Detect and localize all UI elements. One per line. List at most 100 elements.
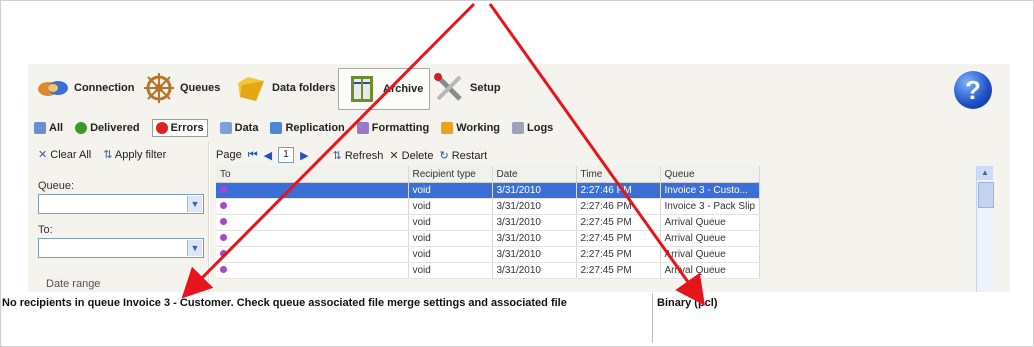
vertical-scrollbar[interactable]: ▲ <box>976 166 994 292</box>
error-message: No recipients in queue Invoice 3 - Custo… <box>2 297 567 309</box>
column-header[interactable]: Time <box>576 166 661 183</box>
restart-icon: ↻ <box>439 149 449 162</box>
table-cell-to <box>216 230 409 247</box>
table-cell-queue: Arrival Queue <box>660 246 761 263</box>
table-cell-type: void <box>408 230 493 247</box>
queue-select[interactable]: ▼ <box>38 194 204 214</box>
page-number-input[interactable]: 1 <box>278 147 295 163</box>
filter-panel: ✕ Clear All ⇅ Apply filter Queue: ▼ To: … <box>28 142 209 292</box>
restart-label: Restart <box>451 149 488 162</box>
table-row[interactable]: void 3/31/2010 2:27:45 PM Arrival Queue <box>216 246 761 263</box>
queues-label: Queues <box>180 82 221 94</box>
column-header[interactable]: Queue <box>660 166 761 183</box>
setup-button[interactable]: Setup <box>432 68 501 108</box>
data-folders-button[interactable]: Data folders <box>234 68 336 108</box>
tab-data-label: Data <box>234 122 259 134</box>
table-cell-to <box>216 262 409 279</box>
folder-icon <box>234 71 268 105</box>
recipient-icon <box>220 266 227 273</box>
table-cell-date: 3/31/2010 <box>492 214 577 231</box>
table-row[interactable]: void 3/31/2010 2:27:45 PM Arrival Queue <box>216 230 761 247</box>
tab-replication[interactable]: Replication <box>270 122 345 134</box>
table-cell-time: 2:27:46 PM <box>576 198 661 215</box>
handshake-icon <box>36 71 70 105</box>
table-cell-type: void <box>408 214 493 231</box>
tab-working[interactable]: Working <box>441 122 500 134</box>
table-row[interactable]: void 3/31/2010 2:27:45 PM Arrival Queue <box>216 214 761 231</box>
restart-button[interactable]: ↻ Restart <box>439 149 487 162</box>
apply-filter-label: Apply filter <box>114 149 167 161</box>
tab-logs-label: Logs <box>527 122 554 134</box>
date-range-label: Date range <box>46 278 101 290</box>
prev-page-icon[interactable]: ◀ <box>264 149 272 162</box>
error-icon <box>155 122 168 134</box>
table-cell-type: void <box>408 262 493 279</box>
tab-working-label: Working <box>456 122 501 134</box>
table-cell-queue: Arrival Queue <box>660 214 761 231</box>
table-row[interactable]: void 3/31/2010 2:27:46 PM Invoice 3 - Pack … <box>216 198 761 215</box>
first-page-icon[interactable]: ⏮ <box>248 149 258 162</box>
table-cell-type: void <box>408 198 493 215</box>
clear-all-button[interactable]: ✕ Clear All <box>38 148 91 161</box>
scroll-up-icon[interactable]: ▲ <box>977 166 993 180</box>
refresh-button[interactable]: ⇅ Refresh <box>333 149 384 162</box>
recipient-icon <box>220 250 227 257</box>
delete-button[interactable]: ✕ Delete <box>389 149 433 162</box>
logs-icon <box>512 122 525 134</box>
to-select[interactable]: ▼ <box>38 238 204 258</box>
tab-formatting[interactable]: Formatting <box>356 122 429 134</box>
tab-all-label: All <box>49 122 64 134</box>
tab-logs[interactable]: Logs <box>512 122 553 134</box>
tab-data[interactable]: Data <box>219 122 259 134</box>
scroll-thumb[interactable] <box>978 182 994 208</box>
apply-filter-button[interactable]: ⇅ Apply filter <box>103 148 166 161</box>
brush-icon <box>356 122 369 134</box>
next-page-icon[interactable]: ▶ <box>300 149 308 162</box>
chevron-down-icon[interactable]: ▼ <box>187 196 202 212</box>
column-header[interactable]: Date <box>492 166 577 183</box>
recipient-icon <box>220 218 227 225</box>
table-row[interactable]: void 3/31/2010 2:27:46 PM Invoice 3 - Custo… <box>216 182 761 199</box>
tab-errors-label: Errors <box>170 122 204 134</box>
delete-label: Delete <box>401 149 434 162</box>
table-row[interactable]: void 3/31/2010 2:27:45 PM Arrival Queue <box>216 262 761 279</box>
archive-button[interactable]: Archive <box>338 68 431 110</box>
table-cell-date: 3/31/2010 <box>492 182 577 199</box>
table-cell-time: 2:27:46 PM <box>576 182 661 199</box>
column-header[interactable]: Recipient type <box>408 166 493 183</box>
queue-label: Queue: <box>38 180 75 192</box>
column-header[interactable]: To <box>216 166 409 183</box>
clear-icon: ✕ <box>38 149 48 161</box>
tab-errors[interactable]: Errors <box>151 119 208 137</box>
table-cell-to <box>216 246 409 263</box>
format-panel: Binary (pcl) <box>652 293 1012 343</box>
connection-label: Connection <box>74 82 135 94</box>
page-label: Page <box>216 149 242 161</box>
ship-wheel-icon <box>142 71 176 105</box>
connection-button[interactable]: Connection <box>36 68 135 108</box>
filter-icon: ⇅ <box>103 149 113 161</box>
tab-delivered[interactable]: Delivered <box>75 122 140 134</box>
archive-tabs: All Delivered Errors Data Replication Fo… <box>28 114 1010 143</box>
tools-icon <box>432 71 466 105</box>
tab-all[interactable]: All <box>34 122 63 134</box>
check-icon <box>75 122 88 134</box>
refresh-icon: ⇅ <box>332 149 342 162</box>
chevron-down-icon[interactable]: ▼ <box>187 240 202 256</box>
table-cell-type: void <box>408 182 493 199</box>
queues-button[interactable]: Queues <box>142 68 220 108</box>
table-cell-date: 3/31/2010 <box>492 246 577 263</box>
recipient-icon <box>220 234 227 241</box>
recipient-icon <box>220 202 227 209</box>
table-cell-time: 2:27:45 PM <box>576 262 661 279</box>
data-chart-icon <box>219 122 232 134</box>
table-cell-date: 3/31/2010 <box>492 230 577 247</box>
recipient-icon <box>220 186 227 193</box>
archive-label: Archive <box>383 83 424 95</box>
table-cell-date: 3/31/2010 <box>492 198 577 215</box>
replication-icon <box>270 122 283 134</box>
tab-delivered-label: Delivered <box>90 122 140 134</box>
help-icon[interactable]: ? <box>954 71 992 109</box>
table-cell-date: 3/31/2010 <box>492 262 577 279</box>
archive-icon <box>345 72 379 106</box>
